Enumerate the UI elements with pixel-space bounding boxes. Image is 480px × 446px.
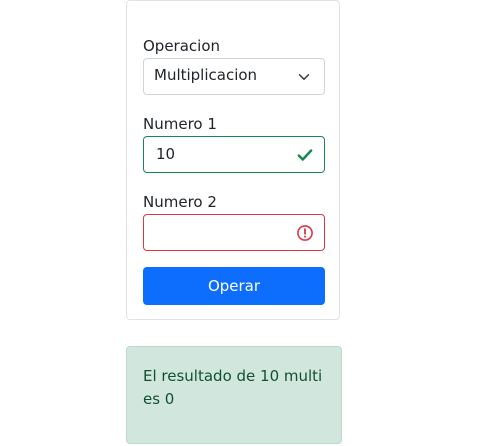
chevron-down-icon xyxy=(298,74,310,80)
number1-input[interactable]: 10 xyxy=(143,136,325,173)
operation-select-value: Multiplicacion xyxy=(154,66,258,84)
page: Operacion Multiplicacion Numero 1 10 Num… xyxy=(0,0,480,446)
check-icon xyxy=(297,149,313,161)
number1-label: Numero 1 xyxy=(143,115,217,133)
exclamation-circle-icon xyxy=(297,225,313,241)
result-alert: El resultado de 10 multi es 0 xyxy=(126,346,342,444)
number1-value: 10 xyxy=(156,145,176,163)
operar-button[interactable]: Operar xyxy=(143,267,325,305)
operation-label: Operacion xyxy=(143,37,221,55)
number2-label: Numero 2 xyxy=(143,193,217,211)
number2-input[interactable] xyxy=(143,214,325,251)
operation-select[interactable]: Multiplicacion xyxy=(143,58,325,95)
calculator-form: Operacion Multiplicacion Numero 1 10 Num… xyxy=(126,0,340,320)
